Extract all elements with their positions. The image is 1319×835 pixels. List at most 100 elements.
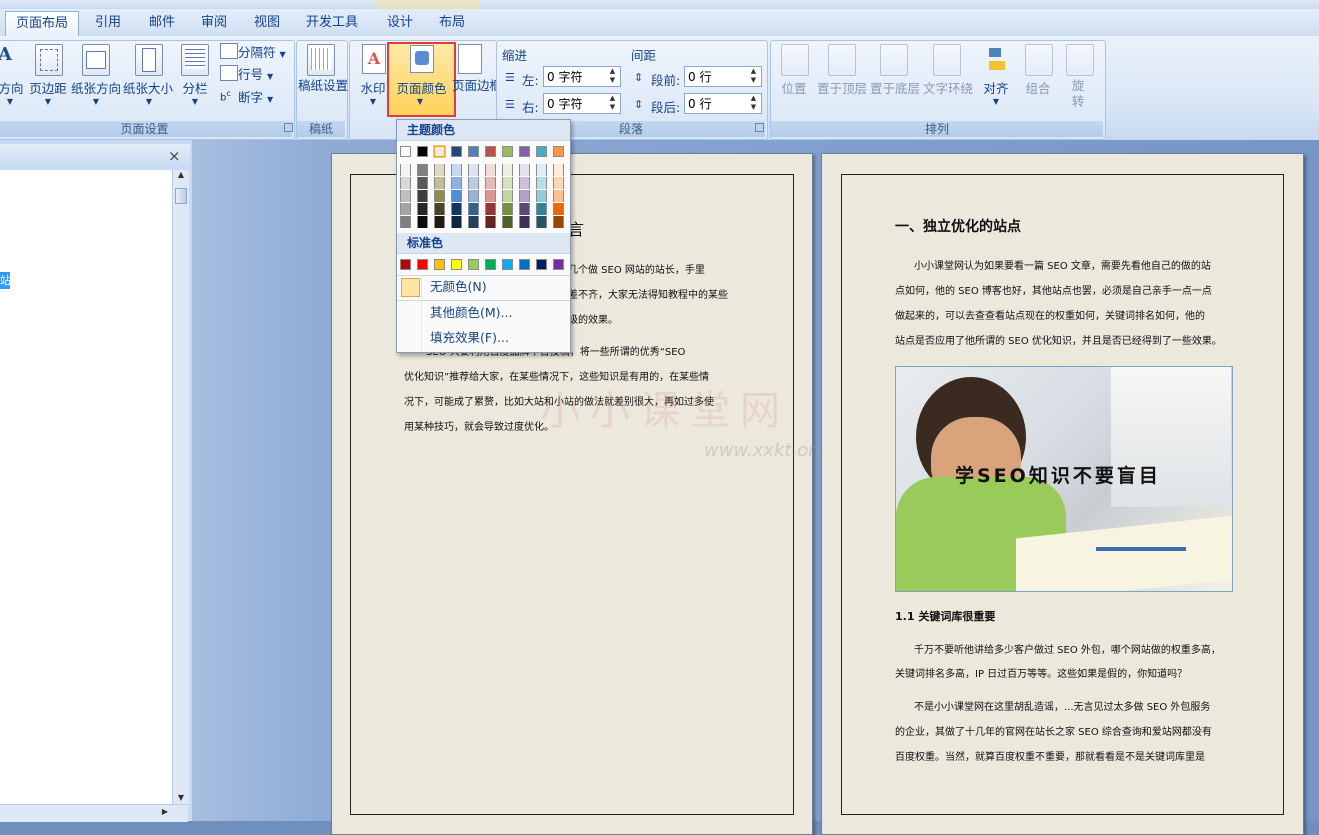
theme-shade-swatch[interactable]: [502, 203, 513, 215]
wrap-text-label[interactable]: 文字环绕: [922, 78, 974, 97]
theme-shade-swatch[interactable]: [553, 216, 564, 228]
tab-developer[interactable]: 开发工具: [298, 11, 366, 34]
standard-color-swatch[interactable]: [502, 259, 513, 270]
tab-page-layout[interactable]: 页面布局: [5, 11, 79, 37]
theme-shade-swatch[interactable]: [468, 203, 479, 215]
rotate-icon[interactable]: [1066, 44, 1094, 76]
dialog-launcher-icon[interactable]: [755, 123, 764, 132]
theme-shade-swatch[interactable]: [400, 190, 411, 202]
theme-shade-swatch[interactable]: [536, 164, 547, 176]
manuscript-grid-icon[interactable]: [307, 44, 335, 76]
scroll-thumb[interactable]: [175, 188, 187, 204]
standard-color-swatch[interactable]: [553, 259, 564, 270]
theme-shade-swatch[interactable]: [400, 216, 411, 228]
breaks-label[interactable]: 分隔符 ▼: [238, 42, 286, 61]
scroll-down-icon[interactable]: ▼: [173, 793, 189, 802]
theme-color-swatch[interactable]: [451, 146, 462, 157]
theme-color-swatch[interactable]: [434, 146, 445, 157]
theme-shade-swatch[interactable]: [468, 164, 479, 176]
scroll-right-icon[interactable]: ▶: [162, 807, 168, 816]
line-numbers-icon[interactable]: [220, 65, 238, 81]
theme-shade-swatch[interactable]: [451, 177, 462, 189]
standard-color-swatch[interactable]: [451, 259, 462, 270]
wrap-text-icon[interactable]: [933, 44, 961, 76]
theme-shade-swatch[interactable]: [536, 190, 547, 202]
chevron-down-icon[interactable]: ▼: [86, 97, 106, 106]
dialog-launcher-icon[interactable]: [284, 123, 293, 132]
tab-layout[interactable]: 布局: [428, 11, 476, 34]
margins-label[interactable]: 页边距: [26, 78, 70, 97]
theme-shade-swatch[interactable]: [417, 177, 428, 189]
theme-shade-swatch[interactable]: [536, 216, 547, 228]
watermark-label[interactable]: 水印: [356, 78, 390, 97]
standard-color-swatch[interactable]: [434, 259, 445, 270]
orientation-label[interactable]: 纸张方向: [71, 78, 121, 97]
chevron-down-icon[interactable]: ▼: [38, 97, 58, 106]
page-size-icon[interactable]: [135, 44, 163, 76]
theme-shade-swatch[interactable]: [553, 203, 564, 215]
theme-shade-swatch[interactable]: [519, 164, 530, 176]
theme-shade-swatch[interactable]: [485, 190, 496, 202]
theme-shade-swatch[interactable]: [553, 164, 564, 176]
theme-color-swatch[interactable]: [502, 146, 513, 157]
tab-review[interactable]: 审阅: [190, 11, 238, 34]
theme-shade-swatch[interactable]: [502, 164, 513, 176]
theme-color-swatch[interactable]: [417, 146, 428, 157]
theme-shade-swatch[interactable]: [553, 190, 564, 202]
theme-color-swatch[interactable]: [400, 146, 411, 157]
theme-shade-swatch[interactable]: [485, 177, 496, 189]
theme-shade-swatch[interactable]: [536, 177, 547, 189]
spinner-arrows-icon[interactable]: ▲ ▼: [606, 67, 619, 86]
theme-shade-swatch[interactable]: [400, 164, 411, 176]
standard-color-swatch[interactable]: [417, 259, 428, 270]
orientation-icon[interactable]: [82, 44, 110, 76]
theme-shade-swatch[interactable]: [434, 203, 445, 215]
watermark-icon[interactable]: A: [362, 44, 386, 74]
hyphenation-label[interactable]: 断字 ▼: [238, 87, 273, 106]
chevron-down-icon[interactable]: ▼: [185, 97, 205, 106]
standard-color-swatch[interactable]: [400, 259, 411, 270]
theme-shade-swatch[interactable]: [519, 216, 530, 228]
tab-mailings[interactable]: 邮件: [138, 11, 186, 34]
line-numbers-label[interactable]: 行号 ▼: [238, 64, 273, 83]
bring-front-label[interactable]: 置于顶层: [816, 78, 868, 97]
page-borders-label[interactable]: 页面边框: [452, 78, 502, 94]
spinner-arrows-icon[interactable]: ▲ ▼: [747, 94, 760, 113]
tab-design[interactable]: 设计: [376, 11, 424, 34]
tab-references[interactable]: 引用: [84, 11, 132, 34]
spinner-arrows-icon[interactable]: ▲ ▼: [747, 67, 760, 86]
theme-shade-swatch[interactable]: [468, 190, 479, 202]
send-back-label[interactable]: 置于底层: [869, 78, 921, 97]
theme-shade-swatch[interactable]: [417, 190, 428, 202]
theme-color-swatch[interactable]: [519, 146, 530, 157]
theme-shade-swatch[interactable]: [553, 177, 564, 189]
theme-shade-swatch[interactable]: [502, 216, 513, 228]
align-icon[interactable]: [983, 44, 1009, 74]
theme-shade-swatch[interactable]: [485, 216, 496, 228]
position-label[interactable]: 位置: [776, 78, 812, 97]
no-color-item[interactable]: 无颜色(N): [397, 275, 570, 299]
theme-shade-swatch[interactable]: [434, 177, 445, 189]
page-borders-icon[interactable]: [458, 44, 482, 74]
theme-color-swatch[interactable]: [468, 146, 479, 157]
fill-effects-item[interactable]: 填充效果(F)...: [397, 326, 570, 350]
chevron-down-icon[interactable]: ▼: [363, 97, 383, 106]
nav-vertical-scrollbar[interactable]: ▲ ▼: [172, 170, 189, 804]
tab-view[interactable]: 视图: [243, 11, 291, 34]
theme-color-swatch[interactable]: [536, 146, 547, 157]
theme-shade-swatch[interactable]: [519, 177, 530, 189]
group-objects-icon[interactable]: [1025, 44, 1053, 76]
text-direction-label[interactable]: 方向: [0, 78, 26, 97]
hyphenation-icon[interactable]: bc: [220, 88, 231, 103]
theme-color-swatch[interactable]: [553, 146, 564, 157]
standard-color-swatch[interactable]: [468, 259, 479, 270]
theme-shade-swatch[interactable]: [485, 164, 496, 176]
theme-shade-swatch[interactable]: [400, 203, 411, 215]
theme-shade-swatch[interactable]: [451, 203, 462, 215]
close-icon[interactable]: ×: [168, 147, 181, 165]
page-size-label[interactable]: 纸张大小: [123, 78, 173, 97]
theme-shade-swatch[interactable]: [434, 190, 445, 202]
theme-shade-swatch[interactable]: [434, 164, 445, 176]
bring-front-icon[interactable]: [828, 44, 856, 76]
theme-shade-swatch[interactable]: [468, 216, 479, 228]
